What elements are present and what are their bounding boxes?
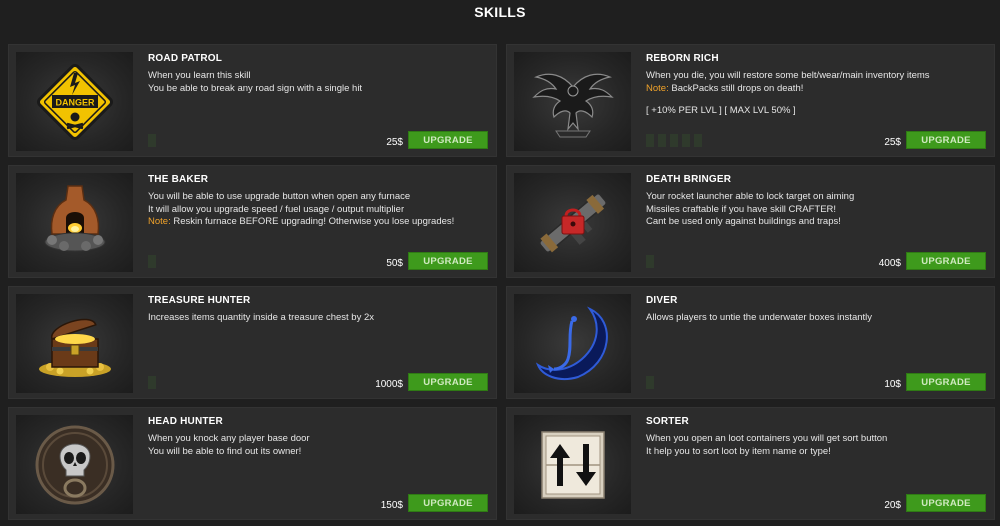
skill-price: 50$ (386, 258, 403, 269)
note-line: Note: BackPacks still drops on death! (646, 83, 986, 96)
skill-price: 400$ (878, 258, 901, 269)
level-pip (646, 255, 654, 268)
description-line: Cant be used only against buildings and … (646, 216, 841, 227)
level-pip (646, 134, 654, 147)
description-line: It help you to sort loot by item name or… (646, 445, 831, 457)
level-indicator (646, 376, 654, 389)
level-pip (148, 134, 156, 147)
treasure-chest-icon (16, 294, 133, 393)
skill-price: 25$ (386, 137, 403, 148)
description-line: Missiles craftable if you have skill CRA… (646, 203, 837, 215)
sort-arrows-icon (514, 415, 631, 514)
danger-sign-icon: DANGER (16, 52, 133, 151)
skill-card-the-baker: THE BAKER You will be able to use upgrad… (8, 165, 497, 278)
skill-card-road-patrol: DANGER ROAD PATROL When you learn this s… (8, 44, 497, 157)
furnace-icon (16, 173, 133, 272)
skill-card-head-hunter: HEAD HUNTER When you knock any player ba… (8, 407, 497, 520)
description-line: When you knock any player base door (148, 433, 310, 444)
diver-icon (514, 294, 631, 393)
level-pip (148, 255, 156, 268)
skill-name: DIVER (646, 295, 678, 306)
svg-text:DANGER: DANGER (55, 97, 95, 107)
level-pip (694, 134, 702, 147)
skill-name: TREASURE HUNTER (148, 295, 251, 306)
description-line: Increases items quantity inside a treasu… (148, 312, 375, 323)
upgrade-button[interactable]: UPGRADE (408, 494, 488, 512)
skill-name: ROAD PATROL (148, 53, 223, 64)
note-label: Note: (148, 216, 171, 227)
description-line: When you die, you will restore some belt… (646, 70, 930, 81)
level-pip (148, 376, 156, 389)
level-bonus-text: [ +10% PER LVL ] [ MAX LVL 50% ] (646, 105, 796, 116)
skill-name: REBORN RICH (646, 53, 719, 64)
description-line: When you learn this skill (148, 70, 251, 81)
skill-name: THE BAKER (148, 174, 209, 185)
note-text: BackPacks still drops on death! (668, 82, 804, 94)
skill-card-diver: DIVER Allows players to untie the underw… (506, 286, 995, 399)
skill-description: When you open an loot containers you wil… (646, 433, 986, 458)
skill-description: When you learn this skill You be able to… (148, 70, 488, 95)
phoenix-icon (514, 52, 631, 151)
skill-description: Allows players to untie the underwater b… (646, 312, 986, 325)
skill-price: 25$ (884, 137, 901, 148)
level-pip (670, 134, 678, 147)
level-pip (682, 134, 690, 147)
skill-description: When you die, you will restore some belt… (646, 70, 986, 118)
skill-card-reborn-rich: REBORN RICH When you die, you will resto… (506, 44, 995, 157)
upgrade-button[interactable]: UPGRADE (408, 373, 488, 391)
level-indicator (148, 376, 156, 389)
upgrade-button[interactable]: UPGRADE (906, 373, 986, 391)
level-pip (658, 134, 666, 147)
upgrade-button[interactable]: UPGRADE (906, 494, 986, 512)
skill-price: 10$ (884, 379, 901, 390)
level-indicator (148, 134, 156, 147)
skill-description: You will be able to use upgrade button w… (148, 191, 488, 229)
rocket-launcher-icon (514, 173, 631, 272)
skill-name: SORTER (646, 416, 689, 427)
skill-description: When you knock any player base door You … (148, 433, 488, 458)
description-line: You be able to break any road sign with … (148, 82, 363, 94)
skill-price: 20$ (884, 500, 901, 511)
upgrade-button[interactable]: UPGRADE (906, 252, 986, 270)
upgrade-button[interactable]: UPGRADE (408, 252, 488, 270)
skill-description: Increases items quantity inside a treasu… (148, 312, 488, 325)
level-indicator (646, 134, 702, 147)
note-label: Note: (646, 82, 669, 94)
skill-price: 150$ (380, 500, 403, 511)
description-line: Your rocket launcher able to lock target… (646, 191, 855, 202)
level-indicator (148, 255, 156, 268)
description-line: You will be able to use upgrade button w… (148, 191, 411, 202)
description-line: Allows players to untie the underwater b… (646, 312, 873, 323)
description-line: It will allow you upgrade speed / fuel u… (148, 203, 405, 215)
skill-description: Your rocket launcher able to lock target… (646, 191, 986, 229)
upgrade-button[interactable]: UPGRADE (408, 131, 488, 149)
page-title: SKILLS (474, 4, 526, 20)
upgrade-button[interactable]: UPGRADE (906, 131, 986, 149)
skill-card-death-bringer: DEATH BRINGER Your rocket launcher able … (506, 165, 995, 278)
skill-name: HEAD HUNTER (148, 416, 223, 427)
note-text: Reskin furnace BEFORE upgrading! Otherwi… (170, 216, 455, 227)
description-line: When you open an loot containers you wil… (646, 433, 888, 444)
skill-card-treasure-hunter: TREASURE HUNTER Increases items quantity… (8, 286, 497, 399)
level-pip (646, 376, 654, 389)
description-line: You will be able to find out its owner! (148, 445, 302, 457)
skull-knocker-icon (16, 415, 133, 514)
note-line: Note: Reskin furnace BEFORE upgrading! O… (148, 216, 488, 229)
level-indicator (646, 255, 654, 268)
skill-name: DEATH BRINGER (646, 174, 732, 185)
skill-price: 1000$ (375, 379, 403, 390)
skills-grid: DANGER ROAD PATROL When you learn this s… (8, 44, 996, 520)
skill-card-sorter: SORTER When you open an loot containers … (506, 407, 995, 520)
